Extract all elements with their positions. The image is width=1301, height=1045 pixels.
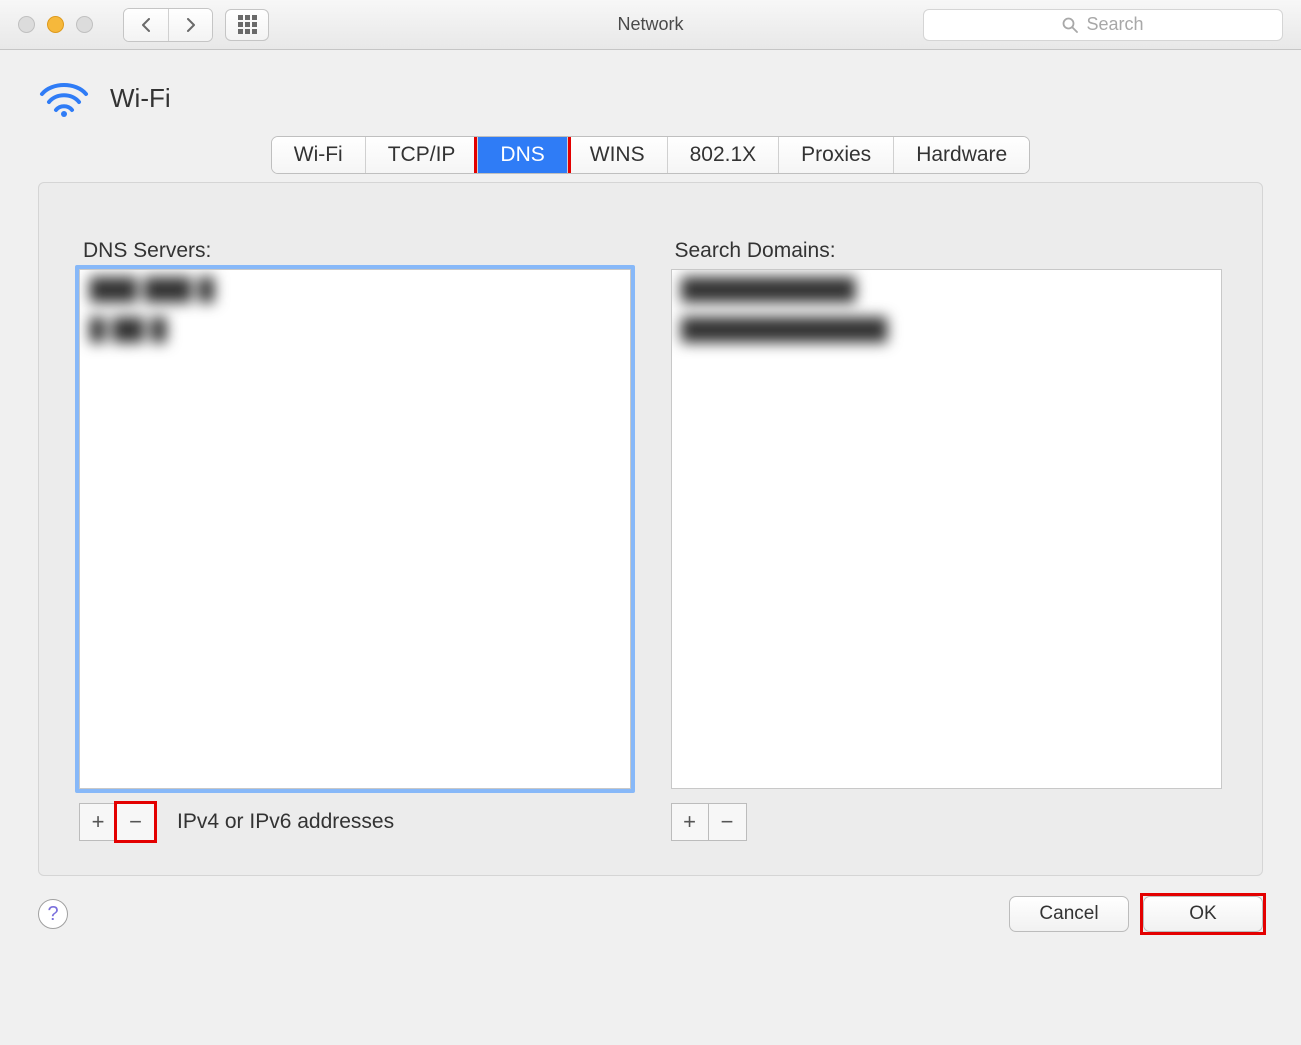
search-input[interactable]: Search (923, 9, 1283, 41)
search-domains-list[interactable]: ███████████ █████████████ (671, 269, 1223, 789)
dns-server-item[interactable]: █ ██ █ (80, 310, 630, 350)
search-domain-item[interactable]: █████████████ (672, 310, 1222, 350)
search-placeholder: Search (1086, 14, 1143, 35)
search-domains-label: Search Domains: (671, 239, 1223, 269)
back-button[interactable] (124, 9, 168, 41)
traffic-lights (0, 16, 93, 33)
add-domain-button[interactable]: + (671, 803, 709, 841)
search-domain-item[interactable]: ███████████ (672, 270, 1222, 310)
columns: DNS Servers: ███ ███ █ █ ██ █ + − IPv4 o… (79, 239, 1222, 841)
dns-servers-label: DNS Servers: (79, 239, 631, 269)
tab-dns[interactable]: DNS (477, 137, 566, 173)
dns-server-item[interactable]: ███ ███ █ (80, 270, 630, 310)
window-title: Network (617, 14, 683, 35)
grid-icon (238, 15, 257, 34)
tabs: Wi-Fi TCP/IP DNS WINS 802.1X Proxies Har… (271, 136, 1030, 174)
add-dns-button[interactable]: + (79, 803, 117, 841)
remove-dns-button[interactable]: − (117, 803, 155, 841)
help-button[interactable]: ? (38, 899, 68, 929)
domains-list-footer: + − (671, 803, 1223, 841)
search-icon (1062, 17, 1078, 33)
dns-column: DNS Servers: ███ ███ █ █ ██ █ + − IPv4 o… (79, 239, 631, 841)
forward-button[interactable] (168, 9, 212, 41)
content-pane: DNS Servers: ███ ███ █ █ ██ █ + − IPv4 o… (38, 182, 1263, 876)
cancel-button[interactable]: Cancel (1009, 896, 1129, 932)
titlebar: Network Search (0, 0, 1301, 50)
tab-8021x[interactable]: 802.1X (667, 137, 779, 173)
tab-proxies[interactable]: Proxies (778, 137, 893, 173)
nav-buttons (123, 8, 213, 42)
minimize-window-button[interactable] (47, 16, 64, 33)
close-window-button[interactable] (18, 16, 35, 33)
ok-button[interactable]: OK (1143, 896, 1263, 932)
header: Wi-Fi (0, 50, 1301, 136)
tab-wins[interactable]: WINS (567, 137, 667, 173)
bottom-bar: ? Cancel OK (0, 876, 1301, 932)
dns-list-footer: + − IPv4 or IPv6 addresses (79, 803, 631, 841)
tabs-row: Wi-Fi TCP/IP DNS WINS 802.1X Proxies Har… (0, 136, 1301, 174)
chevron-left-icon (140, 18, 152, 32)
show-all-button[interactable] (225, 9, 269, 41)
zoom-window-button[interactable] (76, 16, 93, 33)
wifi-icon (38, 78, 90, 118)
tab-wifi[interactable]: Wi-Fi (272, 137, 365, 173)
chevron-right-icon (185, 18, 197, 32)
tab-hardware[interactable]: Hardware (893, 137, 1029, 173)
search-domains-column: Search Domains: ███████████ ████████████… (671, 239, 1223, 841)
interface-label: Wi-Fi (110, 83, 171, 114)
dns-servers-list[interactable]: ███ ███ █ █ ██ █ (79, 269, 631, 789)
tab-tcpip[interactable]: TCP/IP (365, 137, 478, 173)
remove-domain-button[interactable]: − (709, 803, 747, 841)
dns-footer-label: IPv4 or IPv6 addresses (177, 810, 394, 834)
